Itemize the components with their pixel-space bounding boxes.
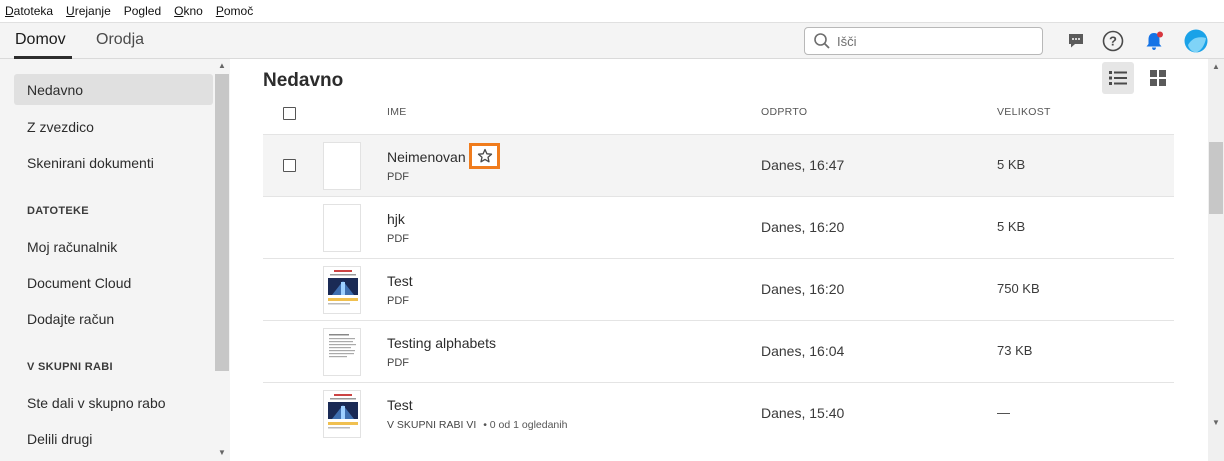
file-size: 5 KB: [997, 157, 1026, 172]
menu-help[interactable]: Pomoč: [216, 4, 253, 18]
file-type: PDF: [387, 357, 409, 369]
select-all-checkbox[interactable]: [283, 107, 296, 120]
file-type: PDF: [387, 171, 409, 183]
grid-view-icon: [1150, 70, 1166, 86]
column-header-size[interactable]: VELIKOST: [997, 106, 1051, 118]
main-scroll-thumb[interactable]: [1209, 142, 1223, 214]
file-thumbnail: [323, 328, 361, 376]
file-type: PDF: [387, 233, 409, 245]
file-opened: Danes, 16:20: [761, 281, 845, 297]
menu-file[interactable]: Datoteka: [5, 4, 53, 18]
file-thumbnail: [323, 390, 361, 438]
table-row[interactable]: Test PDF Danes, 16:20 750 KB: [263, 259, 1174, 321]
sidebar-item-scanned[interactable]: Skenirani dokumenti: [14, 147, 213, 178]
file-name: Test: [387, 273, 413, 289]
column-header-opened[interactable]: ODPRTO: [761, 106, 807, 118]
sidebar-item-recent[interactable]: Nedavno: [14, 74, 213, 105]
table-row[interactable]: Test V SKUPNI RABI VI • 0 od 1 ogledanih…: [263, 383, 1174, 445]
search-input[interactable]: [837, 33, 1027, 49]
sidebar-item-add-account[interactable]: Dodajte račun: [14, 303, 213, 334]
sidebar-scroll-thumb[interactable]: [215, 74, 229, 371]
file-size: 750 KB: [997, 281, 1040, 296]
search-box[interactable]: [804, 27, 1043, 55]
page-title: Nedavno: [263, 70, 344, 91]
bell-icon[interactable]: [1142, 29, 1166, 53]
file-name: Neimenovan: [387, 149, 466, 165]
table-row[interactable]: hjk PDF Danes, 16:20 5 KB: [263, 197, 1174, 259]
table-row[interactable]: Neimenovan PDF Danes, 16:47 5 KB: [263, 135, 1174, 197]
file-opened: Danes, 16:47: [761, 157, 845, 173]
menu-window[interactable]: Okno: [174, 4, 203, 18]
file-thumbnail: [323, 204, 361, 252]
svg-text:?: ?: [1109, 34, 1117, 49]
sidebar-item-shared-by-you[interactable]: Ste dali v skupno rabo: [14, 387, 213, 418]
file-opened: Danes, 16:04: [761, 343, 845, 359]
grid-view-button[interactable]: [1142, 62, 1174, 94]
file-type: V SKUPNI RABI VI • 0 od 1 ogledanih: [387, 419, 567, 431]
file-thumbnail: [323, 266, 361, 314]
search-icon: [814, 33, 830, 49]
file-opened: Danes, 15:40: [761, 405, 845, 421]
main-content: Nedavno IME ODPRTO VELIKOST Neimenovan P…: [230, 59, 1208, 461]
file-name: hjk: [387, 211, 405, 227]
sidebar-item-shared-by-others[interactable]: Delili drugi: [14, 423, 213, 454]
star-icon: [477, 148, 492, 163]
scroll-up-arrow-icon[interactable]: ▲: [217, 62, 227, 70]
file-name: Testing alphabets: [387, 335, 496, 351]
sidebar-item-my-computer[interactable]: Moj računalnik: [14, 231, 213, 262]
column-header-name[interactable]: IME: [387, 106, 407, 118]
file-type: PDF: [387, 295, 409, 307]
tab-home[interactable]: Domov: [15, 31, 66, 49]
row-checkbox[interactable]: [283, 159, 296, 172]
menu-view[interactable]: Pogled: [124, 4, 161, 18]
sidebar-section-shared: V SKUPNI RABI: [27, 361, 113, 373]
list-view-button[interactable]: [1102, 62, 1134, 94]
tab-tools[interactable]: Orodja: [96, 31, 144, 49]
star-button[interactable]: [469, 143, 500, 169]
help-icon[interactable]: ?: [1101, 29, 1125, 53]
table-row[interactable]: Testing alphabets PDF Danes, 16:04 73 KB: [263, 321, 1174, 383]
sidebar: Nedavno Z zvezdico Skenirani dokumenti D…: [0, 59, 230, 461]
file-size: —: [997, 405, 1010, 420]
shared-note: • 0 od 1 ogledanih: [483, 419, 568, 431]
chat-icon[interactable]: [1064, 29, 1088, 53]
file-name: Test: [387, 397, 413, 413]
file-size: 73 KB: [997, 343, 1033, 358]
list-view-icon: [1109, 71, 1127, 85]
profile-icon[interactable]: [1184, 29, 1208, 53]
file-size: 5 KB: [997, 219, 1026, 234]
menu-bar: Datoteka Urejanje Pogled Okno Pomoč: [0, 0, 1224, 22]
top-bar: Domov Orodja ?: [0, 22, 1224, 59]
sidebar-scrollbar[interactable]: ▲ ▼: [214, 59, 230, 461]
menu-edit[interactable]: Urejanje: [66, 4, 111, 18]
scroll-down-arrow-icon[interactable]: ▼: [1211, 419, 1221, 427]
sidebar-item-starred[interactable]: Z zvezdico: [14, 111, 213, 142]
scroll-up-arrow-icon[interactable]: ▲: [1211, 63, 1221, 71]
shared-label: V SKUPNI RABI VI: [387, 419, 477, 431]
file-opened: Danes, 16:20: [761, 219, 845, 235]
file-thumbnail: [323, 142, 361, 190]
main-scrollbar[interactable]: ▲ ▼: [1208, 59, 1224, 461]
sidebar-section-files: DATOTEKE: [27, 205, 89, 217]
sidebar-item-document-cloud[interactable]: Document Cloud: [14, 267, 213, 298]
scroll-down-arrow-icon[interactable]: ▼: [217, 449, 227, 457]
